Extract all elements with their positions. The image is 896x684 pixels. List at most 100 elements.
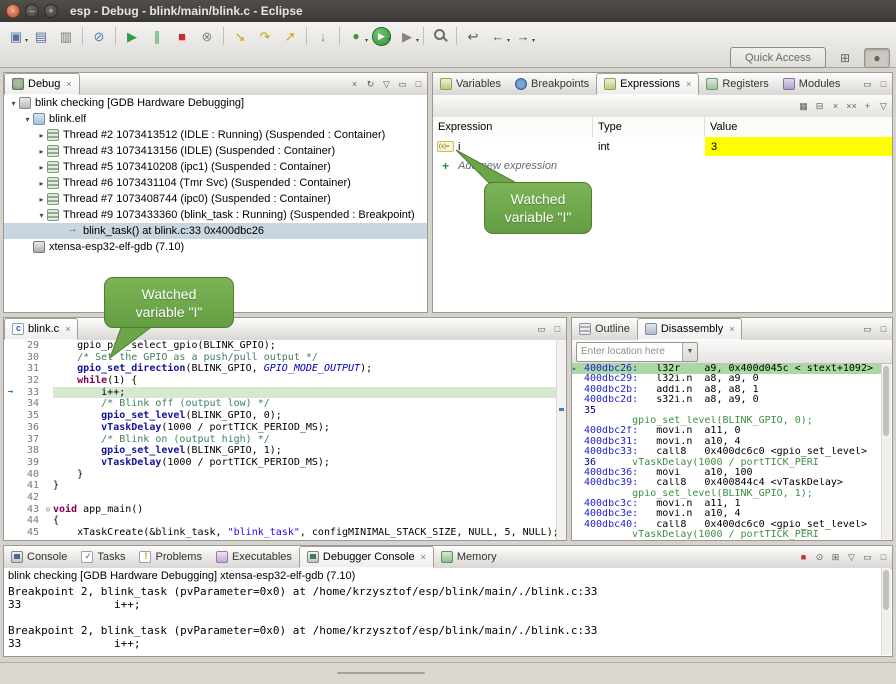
view-tab[interactable]: Debugger Console × bbox=[299, 546, 434, 568]
fold-marker-icon[interactable] bbox=[43, 422, 53, 434]
debug-tree-item[interactable]: ▾ Thread #9 1073433360 (blink_task : Run… bbox=[4, 207, 427, 223]
save-icon[interactable]: ▤ bbox=[29, 25, 53, 47]
close-button[interactable]: × bbox=[6, 4, 20, 18]
minimize-icon[interactable]: ▭ bbox=[536, 324, 547, 335]
expand-arrow-icon[interactable]: ▸ bbox=[36, 163, 47, 172]
step-return-icon[interactable]: ↗ bbox=[278, 25, 302, 47]
expand-arrow-icon[interactable]: ▸ bbox=[36, 147, 47, 156]
view-menu-icon[interactable]: ▽ bbox=[381, 79, 392, 90]
view-tab[interactable]: Registers × bbox=[699, 73, 775, 95]
step-over-icon[interactable]: ↷ bbox=[253, 25, 277, 47]
disassembly-listing[interactable]: ▸ 400dbc26: l32r a9, 0x400d045c < stext+… bbox=[572, 364, 882, 540]
maximize-icon[interactable]: □ bbox=[878, 79, 889, 89]
close-tab-icon[interactable]: × bbox=[421, 552, 426, 562]
code-editor[interactable]: 29 gpio_pad_select_gpio(BLINK_GPIO); 30 … bbox=[4, 340, 557, 540]
stop-icon[interactable]: ■ bbox=[798, 552, 809, 562]
sep-4[interactable] bbox=[306, 27, 307, 45]
external-tools-icon[interactable]: ▶ bbox=[395, 25, 419, 47]
debug-tree-item[interactable]: ▸ Thread #3 1073413156 (IDLE) (Suspended… bbox=[4, 143, 427, 159]
quick-access-button[interactable]: Quick Access bbox=[730, 47, 826, 68]
collapse-all-icon[interactable]: ⊟ bbox=[814, 101, 825, 112]
debug-tree-item[interactable]: ▾ blink.elf bbox=[4, 111, 427, 127]
remove-terminated-icon[interactable]: × bbox=[349, 79, 360, 89]
maximize-icon[interactable]: □ bbox=[413, 79, 424, 89]
fold-marker-icon[interactable] bbox=[43, 387, 53, 399]
fold-marker-icon[interactable] bbox=[43, 352, 53, 364]
fold-marker-icon[interactable] bbox=[43, 398, 53, 410]
minimize-button[interactable]: – bbox=[25, 4, 39, 18]
open-perspective-icon[interactable]: ⊞ bbox=[832, 48, 858, 68]
expand-arrow-icon[interactable]: ▸ bbox=[36, 179, 47, 188]
expand-arrow-icon[interactable]: ▾ bbox=[22, 115, 33, 124]
location-combo[interactable]: Enter location here ▼ bbox=[576, 342, 698, 362]
view-tab[interactable]: Disassembly × bbox=[637, 318, 743, 340]
editor-tab[interactable]: blink.c × bbox=[4, 318, 78, 340]
maximize-icon[interactable]: □ bbox=[878, 324, 889, 334]
show-columns-icon[interactable]: ▦ bbox=[798, 101, 809, 112]
terminate-icon[interactable]: ■ bbox=[170, 25, 194, 47]
skip-all-breakpoints-icon[interactable]: ⊘ bbox=[87, 25, 111, 47]
forward-icon[interactable]: → bbox=[511, 25, 535, 47]
view-menu-icon[interactable]: ▽ bbox=[878, 101, 889, 112]
sep-5[interactable] bbox=[339, 27, 340, 45]
minimize-icon[interactable]: ▭ bbox=[862, 324, 873, 335]
add-expression-row[interactable]: +Add new expression bbox=[433, 156, 892, 175]
expand-arrow-icon[interactable]: ▸ bbox=[36, 195, 47, 204]
view-tab[interactable]: Executables × bbox=[209, 546, 299, 568]
debug-perspective-icon[interactable]: ● bbox=[864, 48, 890, 68]
resume-icon[interactable]: ▶ bbox=[120, 25, 144, 47]
minimize-icon[interactable]: ▭ bbox=[862, 552, 873, 563]
search-icon[interactable] bbox=[428, 25, 452, 47]
print-icon[interactable]: ▥ bbox=[54, 25, 78, 47]
open-console-icon[interactable]: ⊞ bbox=[830, 552, 841, 563]
maximize-button[interactable]: + bbox=[44, 4, 58, 18]
fold-marker-icon[interactable] bbox=[43, 434, 53, 446]
vertical-scrollbar[interactable] bbox=[881, 568, 891, 655]
close-tab-icon[interactable]: × bbox=[729, 324, 734, 334]
debug-tree-item[interactable]: xtensa-esp32-elf-gdb (7.10) bbox=[4, 239, 427, 255]
fold-marker-icon[interactable] bbox=[43, 375, 53, 387]
debug-tree-item[interactable]: blink_task() at blink.c:33 0x400dbc26 bbox=[4, 223, 427, 239]
close-tab-icon[interactable]: × bbox=[65, 324, 70, 334]
fold-marker-icon[interactable] bbox=[43, 527, 53, 539]
pin-console-icon[interactable]: ⊙ bbox=[814, 552, 825, 563]
sep-3[interactable] bbox=[223, 27, 224, 45]
expression-row[interactable]: i int 3 bbox=[433, 137, 892, 156]
view-tab[interactable]: Outline × bbox=[572, 318, 637, 340]
expand-arrow-icon[interactable]: ▾ bbox=[8, 99, 19, 108]
step-into-icon[interactable]: ↘ bbox=[228, 25, 252, 47]
new-wizard-icon[interactable]: ▣ bbox=[4, 25, 28, 47]
fold-marker-icon[interactable] bbox=[43, 340, 53, 352]
minimize-icon[interactable]: ▭ bbox=[862, 79, 873, 90]
view-tab[interactable]: Modules × bbox=[776, 73, 848, 95]
vertical-scrollbar[interactable] bbox=[881, 364, 891, 539]
debug-tree-item[interactable]: ▸ Thread #2 1073413512 (IDLE : Running) … bbox=[4, 127, 427, 143]
suspend-icon[interactable]: ∥ bbox=[145, 25, 169, 47]
minimize-icon[interactable]: ▭ bbox=[397, 79, 408, 90]
fold-marker-icon[interactable] bbox=[43, 469, 53, 481]
scrollbar-thumb[interactable] bbox=[883, 366, 889, 436]
view-tab[interactable]: Memory × bbox=[434, 546, 504, 568]
add-expression-icon[interactable]: + bbox=[862, 101, 873, 111]
restart-icon[interactable]: ↻ bbox=[365, 79, 376, 90]
combo-dropdown-icon[interactable]: ▼ bbox=[682, 343, 697, 361]
sep-6[interactable] bbox=[423, 27, 424, 45]
remove-all-expressions-icon[interactable]: ×× bbox=[846, 101, 857, 111]
view-tab[interactable]: Problems × bbox=[132, 546, 208, 568]
instruction-stepping-icon[interactable]: ↓ bbox=[311, 25, 335, 47]
expand-arrow-icon[interactable]: ▸ bbox=[36, 131, 47, 140]
view-menu-icon[interactable]: ▽ bbox=[846, 552, 857, 563]
fold-marker-icon[interactable] bbox=[43, 492, 53, 504]
expand-arrow-icon[interactable]: ▾ bbox=[36, 211, 47, 220]
debug-tree-item[interactable]: ▾ blink checking [GDB Hardware Debugging… bbox=[4, 95, 427, 111]
fold-marker-icon[interactable] bbox=[43, 480, 53, 492]
fold-marker-icon[interactable]: ⊖ bbox=[43, 504, 53, 516]
view-tab[interactable]: Breakpoints × bbox=[508, 73, 596, 95]
last-edit-location-icon[interactable]: ↩ bbox=[461, 25, 485, 47]
debug-tree-item[interactable]: ▸ Thread #7 1073408744 (ipc0) (Suspended… bbox=[4, 191, 427, 207]
close-tab-icon[interactable]: × bbox=[66, 79, 71, 89]
overview-ruler[interactable] bbox=[556, 340, 566, 540]
tab-debug[interactable]: Debug × bbox=[4, 73, 80, 95]
remove-expression-icon[interactable]: × bbox=[830, 101, 841, 111]
sep-7[interactable] bbox=[456, 27, 457, 45]
